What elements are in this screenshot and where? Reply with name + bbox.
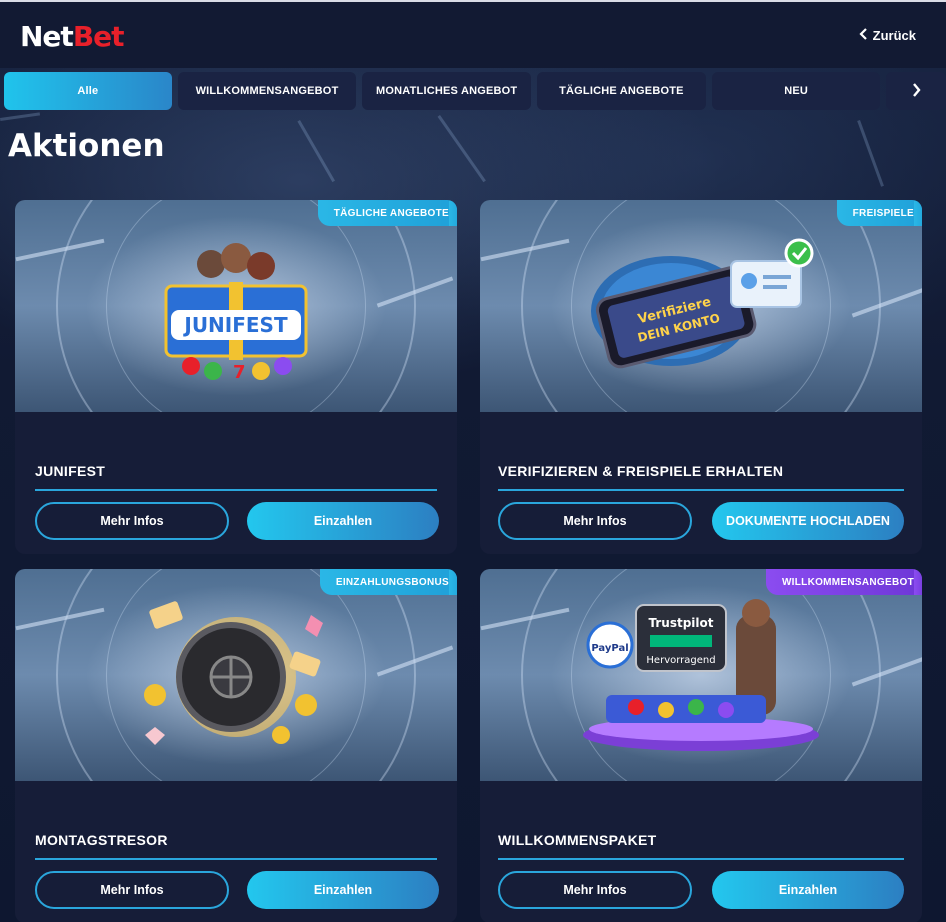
deposit-button[interactable]: Einzahlen (712, 871, 904, 909)
back-label: Zurück (872, 28, 916, 43)
chevron-left-icon (859, 28, 869, 43)
svg-text:Trustpilot: Trustpilot (648, 616, 713, 630)
more-info-button[interactable]: Mehr Infos (35, 502, 229, 540)
logo-part-net: Net (20, 20, 74, 53)
category-tabs: Alle WILLKOMMENSANGEBOT MONATLICHES ANGE… (0, 70, 946, 114)
divider (498, 858, 904, 860)
promo-title: VERIFIZIEREN & FREISPIELE ERHALTEN (498, 463, 784, 479)
promo-card-montagstresor: EINZAHLUNGSBONUS MONTAGSTRESOR Mehr Info… (15, 569, 457, 922)
promo-image-montagstresor[interactable] (15, 569, 457, 781)
promo-card-willkommenspaket: Trustpilot Hervorragend PayPal WILLKOMME… (480, 569, 922, 922)
category-badge: FREISPIELE (836, 200, 922, 226)
logo-part-bet: Bet (72, 20, 125, 53)
more-info-button[interactable]: Mehr Infos (35, 871, 229, 909)
vault-icon (144, 601, 323, 745)
tab-alle[interactable]: Alle (4, 72, 172, 110)
promo-image-verify[interactable]: Verifiziere DEIN KONTO (480, 200, 922, 412)
tab-willkommensangebot[interactable]: WILLKOMMENSANGEBOT (177, 72, 357, 110)
category-badge: EINZAHLUNGSBONUS (319, 569, 457, 595)
more-info-button[interactable]: Mehr Infos (498, 502, 692, 540)
promo-image-willkommenspaket[interactable]: Trustpilot Hervorragend PayPal (480, 569, 922, 781)
svg-text:Hervorragend: Hervorragend (646, 655, 715, 666)
top-header: NetBet Zurück (0, 0, 946, 68)
deposit-button[interactable]: Einzahlen (247, 871, 439, 909)
divider (35, 489, 437, 491)
upload-documents-button[interactable]: DOKUMENTE HOCHLADEN (712, 502, 904, 540)
promo-card-junifest: JUNIFEST 7 TÄGLICHE ANGEBOTE JUNIFEST Me… (15, 200, 457, 554)
page-title: Aktionen (8, 128, 165, 164)
tab-monatliches-angebot[interactable]: MONATLICHES ANGEBOT (362, 72, 532, 110)
svg-text:7: 7 (233, 362, 246, 383)
tabs-next-button[interactable] (886, 72, 946, 110)
promo-image-junifest[interactable]: JUNIFEST 7 (15, 200, 457, 412)
divider (498, 489, 904, 491)
netbet-logo[interactable]: NetBet (20, 20, 125, 53)
chevron-right-icon (911, 82, 921, 100)
tab-taegliche-angebote[interactable]: TÄGLICHE ANGEBOTE (537, 72, 706, 110)
promo-title: WILLKOMMENSPAKET (498, 832, 657, 848)
promo-title: JUNIFEST (35, 463, 106, 479)
svg-text:PayPal: PayPal (591, 643, 628, 654)
svg-text:JUNIFEST: JUNIFEST (182, 313, 288, 337)
back-button[interactable]: Zurück (859, 28, 916, 43)
promo-title: MONTAGSTRESOR (35, 832, 168, 848)
more-info-button[interactable]: Mehr Infos (498, 871, 692, 909)
category-badge: TÄGLICHE ANGEBOTE (317, 200, 457, 226)
deposit-button[interactable]: Einzahlen (247, 502, 439, 540)
divider (35, 858, 437, 860)
tab-neu[interactable]: NEU (711, 72, 881, 110)
category-badge: WILLKOMMENSANGEBOT (765, 569, 922, 595)
gift-boxes-icon: JUNIFEST 7 (164, 243, 308, 383)
promo-card-verify: Verifiziere DEIN KONTO FREISPIELE VERIFI… (480, 200, 922, 554)
phone-verification-icon: Verifiziere DEIN KONTO (591, 238, 814, 369)
welcome-package-icon: Trustpilot Hervorragend PayPal (583, 599, 819, 751)
